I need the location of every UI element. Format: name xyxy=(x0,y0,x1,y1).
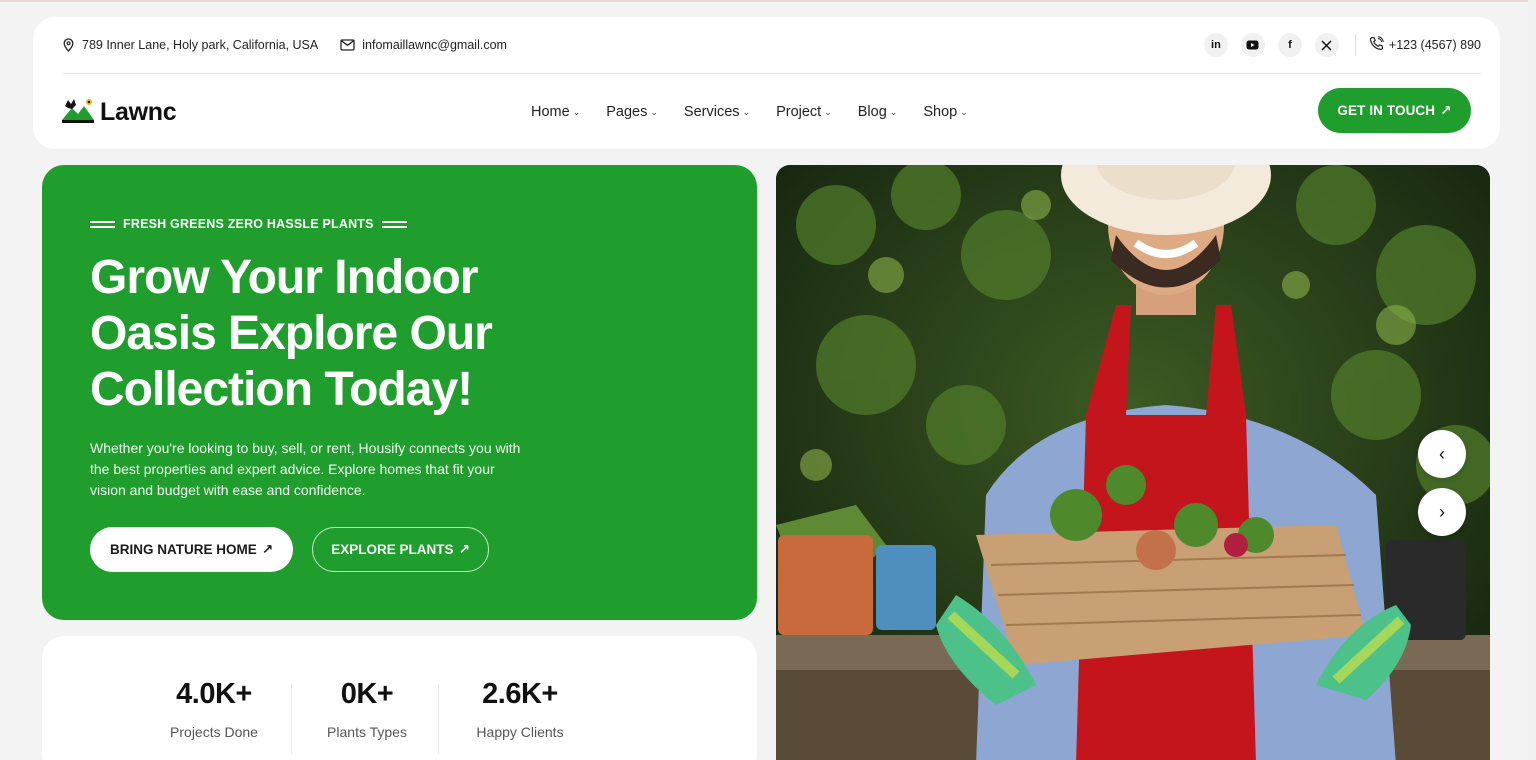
stat-label: Plants Types xyxy=(327,724,407,740)
stat-label: Happy Clients xyxy=(476,724,564,740)
nav-label: Pages xyxy=(606,104,648,120)
chevron-left-icon: ‹ xyxy=(1439,443,1445,464)
double-line-icon xyxy=(90,220,115,228)
nav-row: Lawnc Home ⌄ Pages ⌄ Services ⌄ Project ⌄ Bl… xyxy=(62,75,1471,149)
stat-plant-types: 0K+ Plants Types xyxy=(292,678,442,740)
nav-item-project[interactable]: Project ⌄ xyxy=(776,104,832,120)
stats-card: 4.0K+ Projects Done 0K+ Plants Types 2.6… xyxy=(42,636,757,760)
phone-item[interactable]: +123 (4567) 890 xyxy=(1369,36,1481,54)
chevron-down-icon: ⌄ xyxy=(960,106,968,117)
facebook-icon[interactable]: f xyxy=(1277,33,1302,57)
email-link[interactable]: infomaillawnc@gmail.com xyxy=(362,38,507,52)
divider xyxy=(1354,34,1356,56)
double-line-icon xyxy=(381,220,407,228)
stat-divider xyxy=(438,684,439,754)
address-text: 789 Inner Lane, Holy park, California, U… xyxy=(82,38,319,52)
hero-kicker: FRESH GREENS ZERO HASSLE PLANTS xyxy=(90,217,407,231)
hero-title: Grow Your Indoor Oasis Explore Our Colle… xyxy=(90,250,610,418)
chevron-down-icon: ⌄ xyxy=(572,106,581,117)
nav-item-blog[interactable]: Blog ⌄ xyxy=(858,104,898,120)
hero-description: Whether you're looking to buy, sell, or … xyxy=(90,440,521,498)
chevron-down-icon: ⌄ xyxy=(824,106,832,117)
hero-card: FRESH GREENS ZERO HASSLE PLANTS Grow You… xyxy=(42,165,757,620)
arrow-up-right-icon: ↗ xyxy=(261,541,274,557)
hero-image-gardener xyxy=(776,165,1490,760)
social-and-phone: in f +123 (4567) 890 xyxy=(1191,33,1481,57)
chevron-right-icon: › xyxy=(1439,501,1445,522)
stat-label: Projects Done xyxy=(170,724,258,740)
x-twitter-icon[interactable] xyxy=(1314,33,1339,57)
nav-label: Home xyxy=(531,104,570,120)
cta-label: GET IN TOUCH xyxy=(1337,103,1436,118)
phone-number[interactable]: +123 (4567) 890 xyxy=(1389,38,1481,52)
email-item[interactable]: infomaillawnc@gmail.com xyxy=(340,38,507,52)
chevron-down-icon: ⌄ xyxy=(889,106,898,117)
top-bar: 789 Inner Lane, Holy park, California, U… xyxy=(62,17,1481,74)
button-label: BRING NATURE HOME xyxy=(109,542,257,557)
slider-prev-button[interactable]: ‹ xyxy=(1418,430,1466,478)
envelope-icon xyxy=(340,39,355,51)
stat-value: 2.6K+ xyxy=(482,678,558,710)
page-scrollbar[interactable] xyxy=(1528,0,1536,760)
brand-name: Lawnc xyxy=(100,97,177,126)
explore-plants-button[interactable]: EXPLORE PLANTS ↗ xyxy=(312,527,489,572)
nav-item-pages[interactable]: Pages ⌄ xyxy=(606,104,658,120)
stat-value: 0K+ xyxy=(340,678,394,710)
stat-happy-clients: 2.6K+ Happy Clients xyxy=(445,678,595,740)
stat-value: 4.0K+ xyxy=(176,678,252,710)
stat-projects: 4.0K+ Projects Done xyxy=(139,678,289,740)
brand-logo[interactable]: Lawnc xyxy=(62,96,177,129)
nav-item-home[interactable]: Home ⌄ xyxy=(531,104,580,120)
hero-title-line: Grow Your Indoor xyxy=(90,251,479,304)
button-label: EXPLORE PLANTS xyxy=(331,542,454,557)
hero-title-line: Oasis Explore Our xyxy=(90,307,493,360)
address-item: 789 Inner Lane, Holy park, California, U… xyxy=(62,38,318,52)
browser-top-strip xyxy=(0,0,1536,2)
nav-label: Shop xyxy=(923,104,958,120)
main-nav: Home ⌄ Pages ⌄ Services ⌄ Project ⌄ Blog ⌄ Sh… xyxy=(531,75,994,149)
hero-title-line: Collection Today! xyxy=(90,363,473,416)
arrow-up-right-icon: ↗ xyxy=(1440,102,1452,118)
chevron-down-icon: ⌄ xyxy=(742,106,751,117)
logo-mark-icon xyxy=(62,96,96,129)
kicker-text: FRESH GREENS ZERO HASSLE PLANTS xyxy=(123,217,374,231)
nav-item-shop[interactable]: Shop ⌄ xyxy=(923,104,967,120)
linkedin-icon[interactable]: in xyxy=(1203,33,1228,57)
get-in-touch-button[interactable]: GET IN TOUCH ↗ xyxy=(1318,88,1471,133)
arrow-up-right-icon: ↗ xyxy=(458,541,470,557)
youtube-icon[interactable] xyxy=(1240,33,1265,57)
nav-label: Services xyxy=(683,104,740,120)
nav-label: Project xyxy=(776,104,822,120)
bring-nature-home-button[interactable]: BRING NATURE HOME ↗ xyxy=(90,527,293,572)
slider-next-button[interactable]: › xyxy=(1418,488,1466,536)
phone-icon xyxy=(1369,36,1384,54)
nav-item-services[interactable]: Services ⌄ xyxy=(684,104,750,120)
site-header: 789 Inner Lane, Holy park, California, U… xyxy=(33,17,1500,149)
map-pin-icon xyxy=(62,38,75,52)
nav-label: Blog xyxy=(857,104,887,120)
contact-info: 789 Inner Lane, Holy park, California, U… xyxy=(62,38,529,52)
chevron-down-icon: ⌄ xyxy=(650,106,658,117)
